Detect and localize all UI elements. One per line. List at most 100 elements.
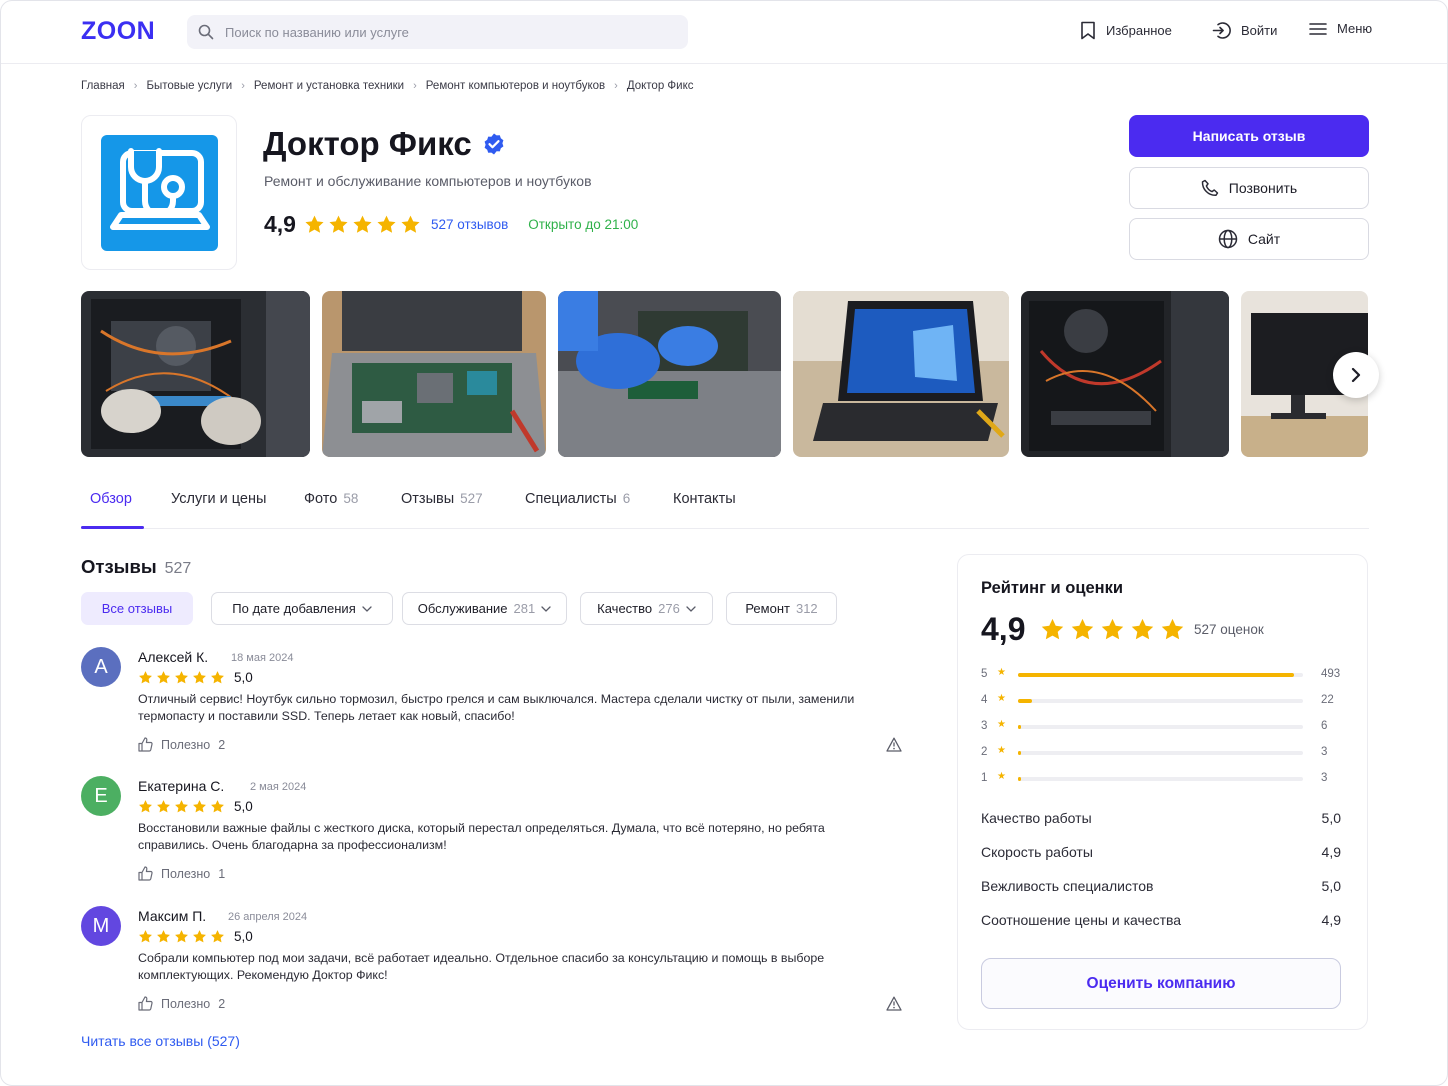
- company-rating-value: 4,9: [264, 211, 296, 237]
- breadcrumb-item[interactable]: Ремонт компьютеров и ноутбуков: [426, 80, 605, 92]
- filter-label: Ремонт: [745, 601, 790, 616]
- chevron-right-icon: ›: [241, 80, 245, 92]
- review-stars: 5,0: [138, 799, 253, 814]
- star-icon: [353, 215, 372, 233]
- sort-dropdown[interactable]: По дате добавления: [211, 592, 393, 625]
- tab-count: 6: [622, 491, 631, 506]
- filter-count: 281: [513, 601, 536, 616]
- breadcrumb-item[interactable]: Бытовые услуги: [146, 80, 232, 92]
- thumbs-up-icon: [138, 737, 153, 752]
- gallery-photo-pc-repair[interactable]: [81, 291, 310, 457]
- star-icon: [175, 800, 188, 813]
- breadcrumb-item[interactable]: Главная: [81, 80, 125, 92]
- distribution-stars-label: 4: [981, 694, 988, 706]
- filter-repair[interactable]: Ремонт 312: [726, 592, 837, 625]
- star-icon: [377, 215, 396, 233]
- phone-icon: [1201, 179, 1219, 197]
- star-icon: [193, 800, 206, 813]
- helpful-count: 2: [218, 737, 226, 752]
- company-logo: [81, 115, 237, 270]
- distribution-count: 3: [1321, 746, 1328, 758]
- call-button[interactable]: Позвонить: [1129, 167, 1369, 209]
- aspect-value: 5,0: [1321, 810, 1341, 826]
- menu-button[interactable]: Меню: [1309, 21, 1372, 36]
- filter-count: 312: [795, 601, 818, 616]
- filter-all-reviews[interactable]: Все отзывы: [81, 592, 193, 625]
- filter-service[interactable]: Обслуживание 281: [402, 592, 567, 625]
- gallery-photo-ssd-install[interactable]: [558, 291, 781, 457]
- review-date: 18 мая 2024: [231, 652, 294, 664]
- breadcrumb-item[interactable]: Ремонт и установка техники: [254, 80, 404, 92]
- review-item: М Максим П. 26 апреля 2024 5,0 Собрали к…: [81, 906, 906, 1016]
- warning-icon[interactable]: [886, 737, 902, 752]
- tab-specialists[interactable]: Специалисты 6: [525, 491, 630, 507]
- favorites-label: Избранное: [1106, 23, 1172, 38]
- review-star-group: [138, 670, 225, 685]
- company-subtitle: Ремонт и обслуживание компьютеров и ноут…: [264, 173, 592, 189]
- filter-label: Обслуживание: [417, 601, 508, 616]
- zoon-logo[interactable]: ZOON: [81, 17, 155, 46]
- gallery-next-button[interactable]: [1333, 352, 1379, 398]
- distribution-stars-label: 2: [981, 746, 988, 758]
- login-link[interactable]: Войти: [1212, 21, 1277, 40]
- filter-label: По дате добавления: [232, 601, 356, 616]
- reviewer-name: Екатерина С.: [138, 778, 225, 794]
- reviews-count-link[interactable]: 527 отзывов: [431, 217, 508, 232]
- breadcrumb: Главная › Бытовые услуги › Ремонт и уста…: [81, 80, 694, 92]
- chevron-right-icon: ›: [413, 80, 417, 92]
- tab-label: Фото: [304, 491, 338, 507]
- avatar: М: [81, 906, 121, 946]
- distribution-bar-track: [1018, 725, 1303, 729]
- distribution-stars-label: 3: [981, 720, 988, 732]
- tab-services[interactable]: Услуги и цены: [171, 491, 266, 507]
- gallery-photo-laptop-windows[interactable]: [793, 291, 1009, 457]
- helpful-label: Полезно: [161, 996, 211, 1011]
- aspect-label: Скорость работы: [981, 844, 1093, 860]
- site-label: Сайт: [1247, 231, 1281, 247]
- aspect-label: Качество работы: [981, 810, 1092, 826]
- filter-quality[interactable]: Качество 276: [580, 592, 713, 625]
- helpful-label: Полезно: [161, 866, 211, 881]
- rate-company-button[interactable]: Оценить компанию: [981, 958, 1341, 1009]
- distribution-bar-fill: [1018, 777, 1022, 781]
- review-text: Собрали компьютер под мои задачи, всё ра…: [138, 951, 825, 982]
- star-icon: [139, 671, 152, 684]
- helpful-button[interactable]: Полезно 2: [138, 737, 225, 752]
- distribution-bar-fill: [1018, 699, 1033, 703]
- aspect-label: Соотношение цены и качества: [981, 912, 1182, 928]
- tab-overview[interactable]: Обзор: [90, 491, 132, 507]
- write-review-button[interactable]: Написать отзыв: [1129, 115, 1369, 157]
- company-rating-row: 4,9 527 отзывов Открыто до 21:00: [264, 211, 638, 238]
- review-item: Е Екатерина С. 2 мая 2024 5,0 Восстанови…: [81, 776, 906, 886]
- distribution-bar-track: [1018, 673, 1303, 677]
- star-icon: [1161, 618, 1184, 640]
- star-icon: [175, 671, 188, 684]
- star-icon: ★: [997, 745, 1006, 756]
- aspect-row: Соотношение цены и качества 4,9: [981, 912, 1341, 928]
- aspect-row: Скорость работы 4,9: [981, 844, 1341, 860]
- star-icon: [1071, 618, 1094, 640]
- star-icon: [1131, 618, 1154, 640]
- gallery-photo-laptop-motherboard[interactable]: [322, 291, 546, 457]
- site-button[interactable]: Сайт: [1129, 218, 1369, 260]
- distribution-row: 2 ★ 3: [981, 745, 1346, 760]
- warning-icon[interactable]: [886, 996, 902, 1011]
- thumbs-up-icon: [138, 996, 153, 1011]
- aspect-row: Качество работы 5,0: [981, 810, 1341, 826]
- gallery-photo-pc-case[interactable]: [1021, 291, 1229, 457]
- distribution-bar-fill: [1018, 751, 1022, 755]
- tab-photos[interactable]: Фото 58: [304, 491, 358, 507]
- tab-label: Контакты: [673, 491, 736, 507]
- tab-contacts[interactable]: Контакты: [673, 491, 736, 507]
- chevron-right-icon: ›: [614, 80, 618, 92]
- helpful-button[interactable]: Полезно 1: [138, 866, 225, 881]
- search-box[interactable]: [187, 15, 688, 49]
- helpful-button[interactable]: Полезно 2: [138, 996, 225, 1011]
- search-input[interactable]: [225, 15, 675, 49]
- rating-panel-score: 4,9: [981, 611, 1026, 647]
- tab-reviews[interactable]: Отзывы 527: [401, 491, 483, 507]
- favorites-link[interactable]: Избранное: [1080, 21, 1172, 40]
- review-stars: 5,0: [138, 670, 253, 685]
- call-label: Позвонить: [1228, 180, 1298, 196]
- read-all-reviews-link[interactable]: Читать все отзывы (527): [81, 1033, 240, 1049]
